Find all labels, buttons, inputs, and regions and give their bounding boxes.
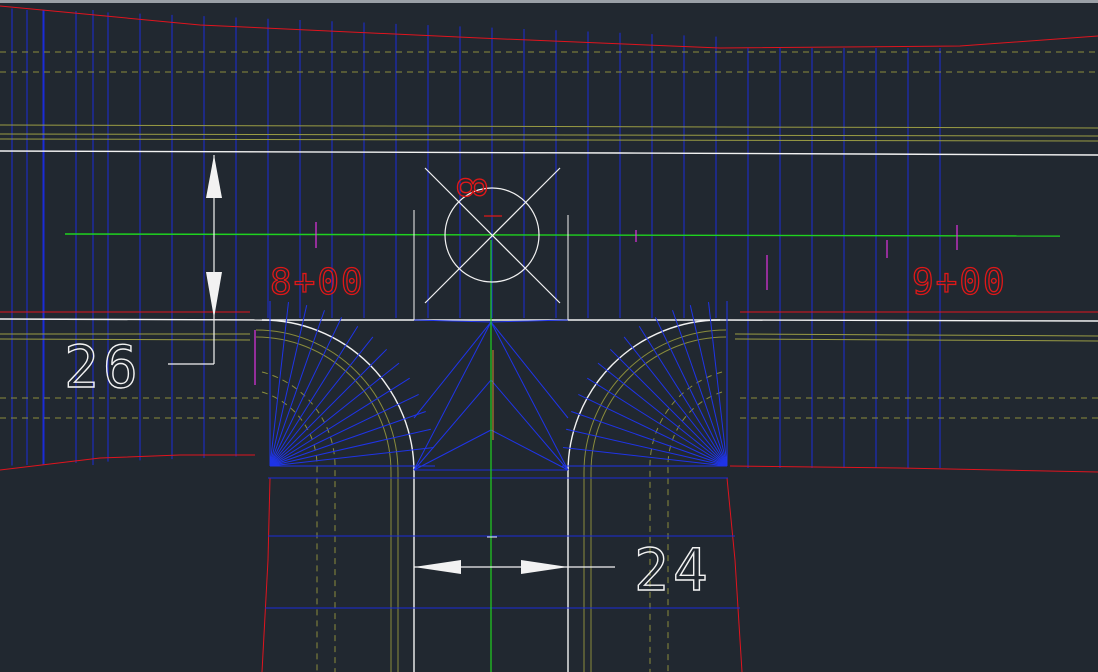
- station-label-9: 9+00: [912, 262, 1007, 303]
- dimension-value-26: 26: [64, 333, 142, 401]
- cad-drawing-canvas[interactable]: 8 8+00 9+00 26 24: [0, 0, 1098, 672]
- dimension-value-24: 24: [634, 536, 712, 604]
- station-label-8: 8+00: [270, 262, 365, 303]
- circle-annotation: 8: [449, 176, 493, 199]
- canvas-background: [0, 3, 1098, 672]
